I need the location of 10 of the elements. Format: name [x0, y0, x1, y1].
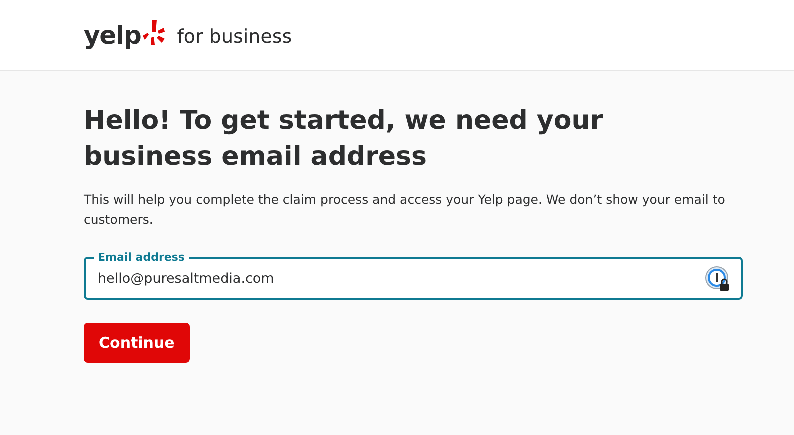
email-field[interactable]: Email address hello@puresaltmedia.com — [84, 251, 743, 300]
field-value: hello@puresaltmedia.com — [98, 270, 276, 289]
description-text: This will help you complete the claim process and access your Yelp page. We don’t show your email to customers. — [84, 191, 726, 229]
continue-button[interactable]: Continue — [84, 323, 190, 363]
logo-text: yelp — [84, 22, 142, 48]
page-heading: Hello! To get started, we need your business email address — [84, 105, 604, 174]
burst-logo-icon — [143, 19, 166, 47]
password-manager-icon[interactable] — [705, 266, 731, 292]
product-name: for business — [177, 24, 292, 50]
field-label: Email address — [97, 251, 186, 265]
